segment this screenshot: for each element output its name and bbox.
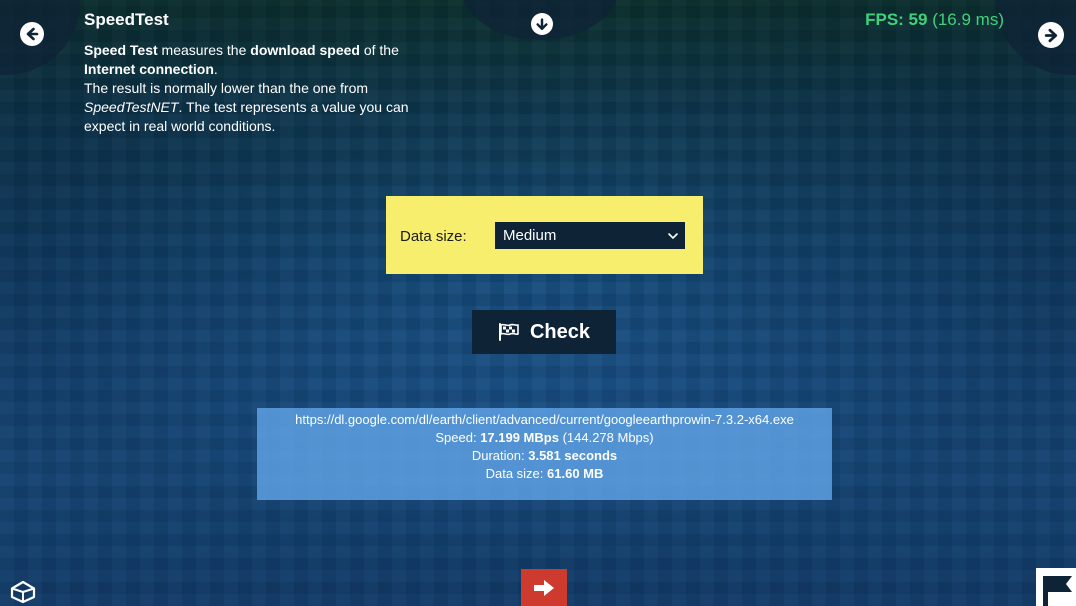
- result-speed-label: Speed:: [435, 430, 481, 445]
- previous-scene-button[interactable]: [20, 22, 44, 46]
- result-url: https://dl.google.com/dl/earth/client/ad…: [295, 412, 794, 427]
- description-text-part: measures the: [157, 42, 251, 58]
- arrow-right-icon: [1044, 28, 1057, 42]
- description-text-part: expect in real world conditions.: [84, 118, 276, 134]
- description-text-part: .: [213, 61, 218, 77]
- result-duration-value: 3.581 seconds: [528, 448, 618, 463]
- result-panel: https://dl.google.com/dl/earth/client/ad…: [257, 408, 832, 500]
- flag-icon: [1043, 576, 1072, 606]
- result-data-size-value: 61.60 MB: [547, 466, 604, 481]
- fps-ms: (16.9 ms): [927, 10, 1004, 29]
- description-text-part: The result is normally lower than the on…: [84, 80, 369, 96]
- chevron-down-icon: [668, 233, 678, 239]
- result-duration-label: Duration:: [471, 448, 529, 463]
- description-text: Speed Test measures the download speed o…: [84, 41, 464, 136]
- page-title: SpeedTest: [84, 10, 169, 29]
- check-button-label: Check: [529, 320, 591, 343]
- exit-button[interactable]: [521, 569, 567, 606]
- data-size-dropdown[interactable]: Medium: [495, 222, 685, 249]
- result-speed: Speed: 17.199 MBps (144.278 Mbps): [257, 429, 832, 447]
- checkered-flag-icon: [498, 323, 519, 341]
- result-duration: Duration: 3.581 seconds: [257, 447, 832, 465]
- flag-button[interactable]: [1036, 568, 1076, 606]
- corner-shade-top-right: [996, 0, 1076, 75]
- next-scene-button[interactable]: [1038, 22, 1064, 48]
- arrow-left-icon: [26, 27, 39, 41]
- app-screen: SpeedTest Speed Test measures the downlo…: [0, 0, 1076, 606]
- description-italic-speedtestnet: SpeedTestNET: [84, 99, 179, 115]
- result-speed-value: 17.199 MBps: [480, 430, 559, 445]
- check-button[interactable]: Check: [472, 310, 616, 354]
- description-bold-internet-connection: Internet connection: [84, 61, 214, 77]
- result-speed-alt: (144.278 Mbps): [558, 430, 654, 445]
- fps-label: FPS:: [865, 10, 909, 29]
- sign-out-icon: [534, 579, 554, 596]
- description-text-part: of the: [359, 42, 399, 58]
- fps-value: 59: [908, 10, 928, 29]
- description-bold-speed-test: Speed Test: [84, 42, 158, 58]
- description-bold-download-speed: download speed: [250, 42, 360, 58]
- fps-counter: FPS: 59 (16.9 ms): [865, 10, 1004, 30]
- toggle-info-button[interactable]: [531, 13, 553, 35]
- result-data-size-label: Data size:: [485, 466, 548, 481]
- result-data-size: Data size: 61.60 MB: [257, 465, 832, 483]
- arrow-down-icon: [536, 18, 548, 31]
- data-size-label: Data size:: [400, 228, 467, 245]
- data-size-selected-value: Medium: [503, 227, 557, 244]
- data-size-panel: Data size: Medium: [386, 196, 703, 274]
- description-text-part: . The test represents a value you can: [178, 99, 409, 115]
- unity-logo-icon: [10, 580, 36, 604]
